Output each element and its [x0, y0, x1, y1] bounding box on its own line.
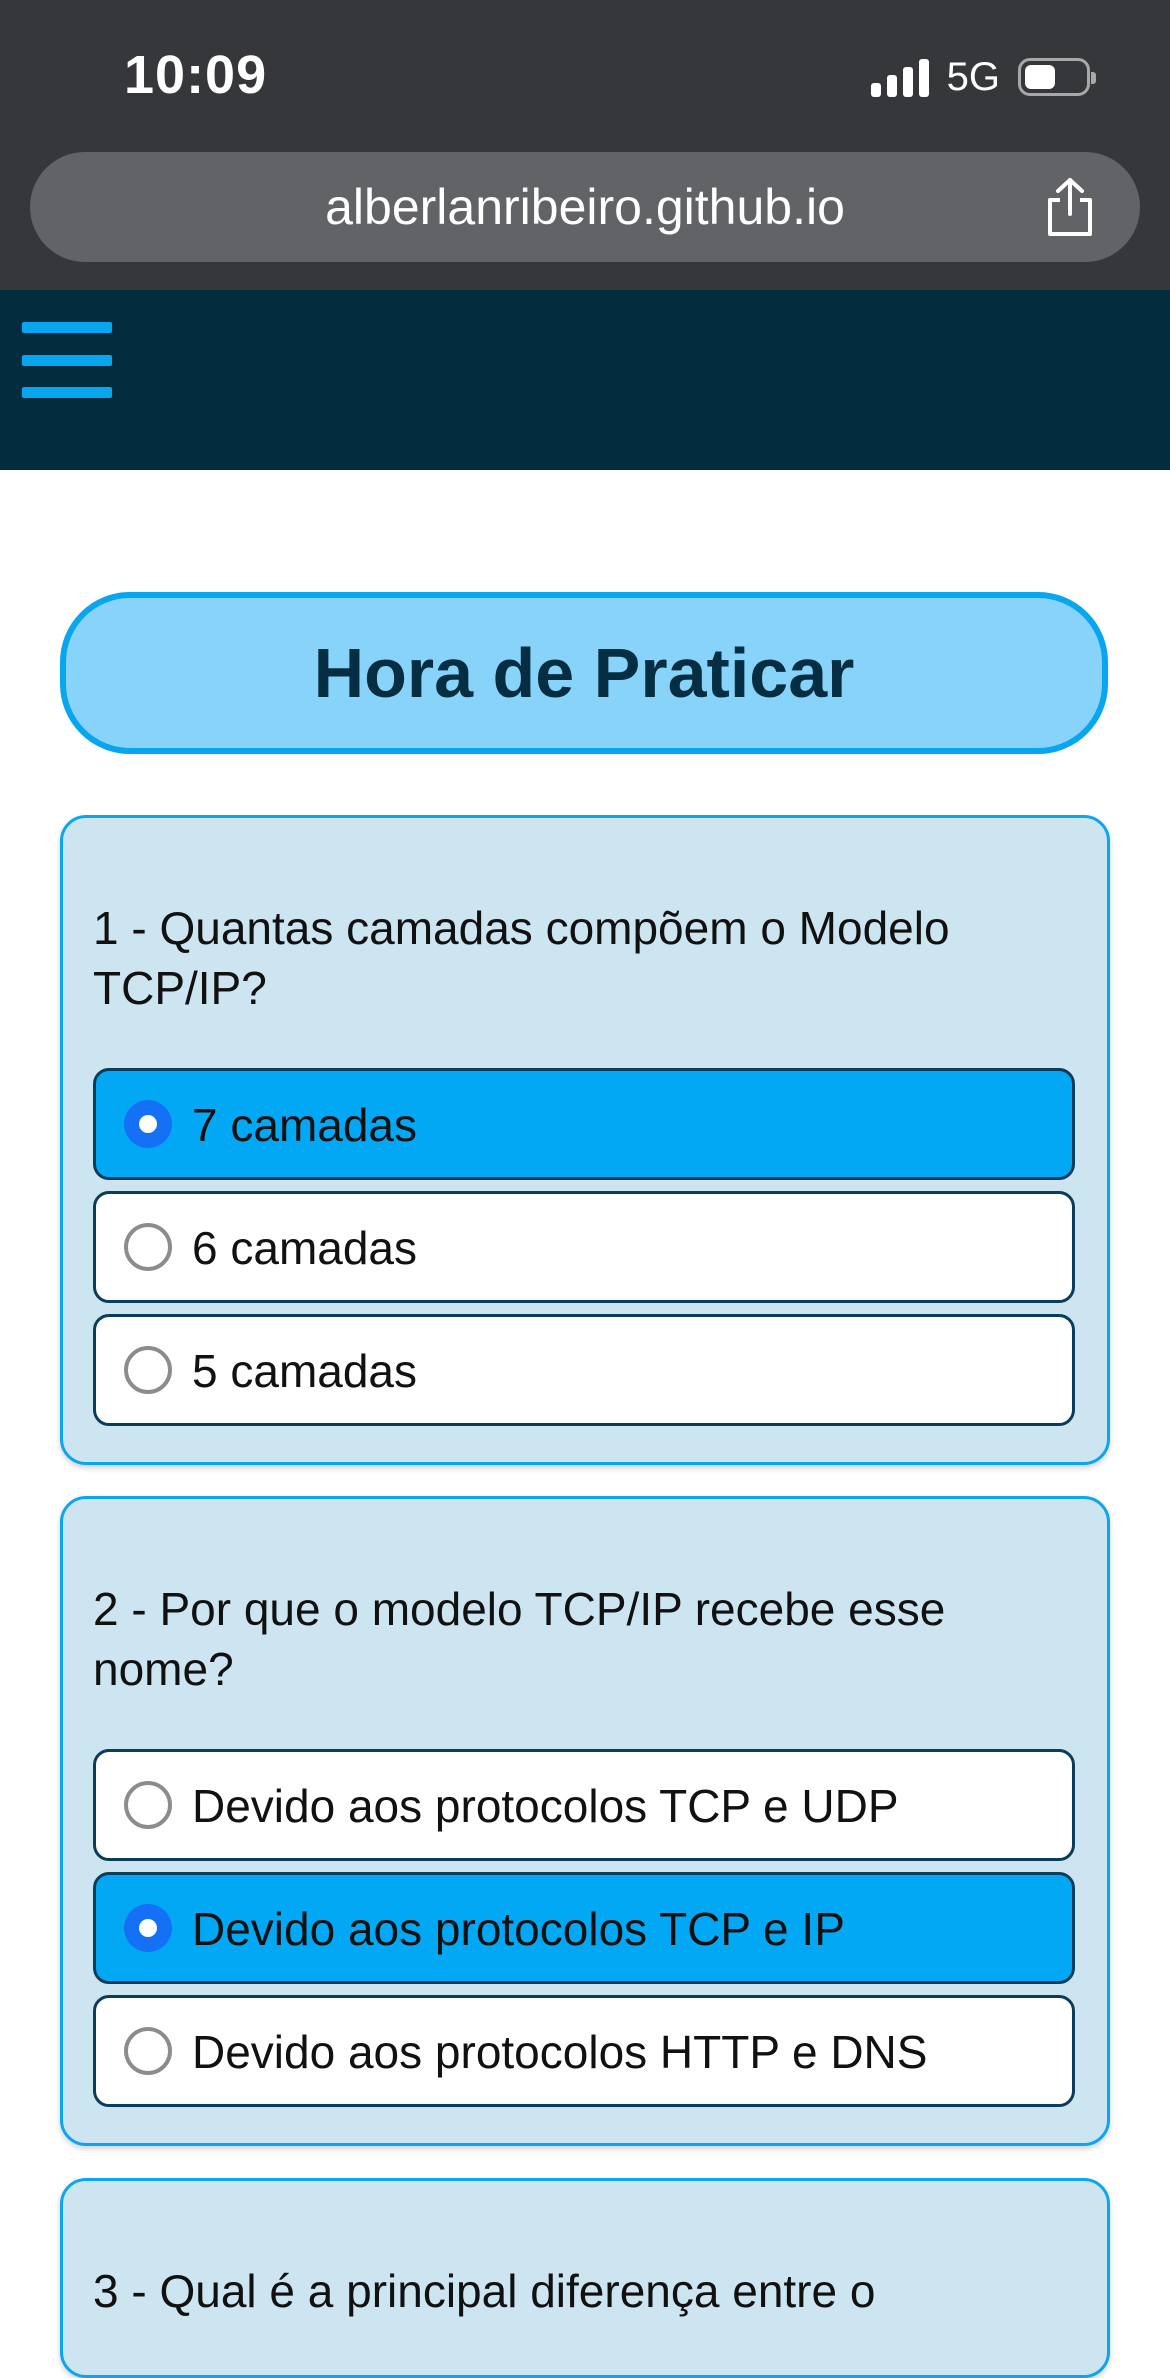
question-text: 3 - Qual é a principal diferença entre o — [93, 2265, 876, 2317]
page-title: Hora de Praticar — [313, 634, 855, 712]
question-card-1: 1 - Quantas camadas compõem o Modelo TCP… — [60, 815, 1110, 1465]
hamburger-menu-icon[interactable] — [22, 322, 112, 398]
question-card-2: 2 - Por que o modelo TCP/IP recebe esse … — [60, 1496, 1110, 2146]
answer-option[interactable]: 6 camadas — [93, 1191, 1075, 1303]
question-text: 1 - Quantas camadas compõem o Modelo TCP… — [93, 902, 950, 1014]
radio-button[interactable] — [124, 1781, 172, 1829]
radio-button[interactable] — [124, 1223, 172, 1271]
network-label: 5G — [946, 54, 1000, 99]
share-icon[interactable] — [1042, 176, 1098, 238]
radio-button[interactable] — [124, 2027, 172, 2075]
answer-option-label: 5 camadas — [192, 1345, 418, 1397]
answer-option[interactable]: 5 camadas — [93, 1314, 1075, 1426]
radio-button[interactable] — [124, 1346, 172, 1394]
answer-option[interactable]: Devido aos protocolos HTTP e DNS — [93, 1995, 1075, 2107]
url-text[interactable]: alberlanribeiro.github.io — [30, 178, 1140, 236]
battery-icon — [1018, 58, 1096, 96]
status-indicators: 5G — [870, 52, 1096, 102]
answer-option-label: Devido aos protocolos TCP e IP — [192, 1903, 845, 1955]
url-bar[interactable]: alberlanribeiro.github.io — [30, 152, 1140, 262]
signal-bars-icon — [870, 57, 929, 97]
page-title-box: Hora de Praticar — [60, 592, 1108, 754]
answer-option-label: 6 camadas — [192, 1222, 418, 1274]
radio-button-checked[interactable] — [124, 1904, 172, 1952]
answer-option[interactable]: Devido aos protocolos TCP e IP — [93, 1872, 1075, 1984]
answer-option-label: 7 camadas — [192, 1099, 418, 1151]
answer-option-label: Devido aos protocolos HTTP e DNS — [192, 2026, 928, 2078]
question-text: 2 - Por que o modelo TCP/IP recebe esse … — [93, 1583, 946, 1695]
answer-option[interactable]: 7 camadas — [93, 1068, 1075, 1180]
site-header — [0, 290, 1170, 470]
question-card-3: 3 - Qual é a principal diferença entre o — [60, 2178, 1110, 2378]
status-time: 10:09 — [124, 45, 268, 105]
browser-chrome: 10:09 5G alberlanribeiro.github.io — [0, 0, 1170, 290]
radio-button-checked[interactable] — [124, 1100, 172, 1148]
answer-option[interactable]: Devido aos protocolos TCP e UDP — [93, 1749, 1075, 1861]
answer-option-label: Devido aos protocolos TCP e UDP — [192, 1780, 899, 1832]
